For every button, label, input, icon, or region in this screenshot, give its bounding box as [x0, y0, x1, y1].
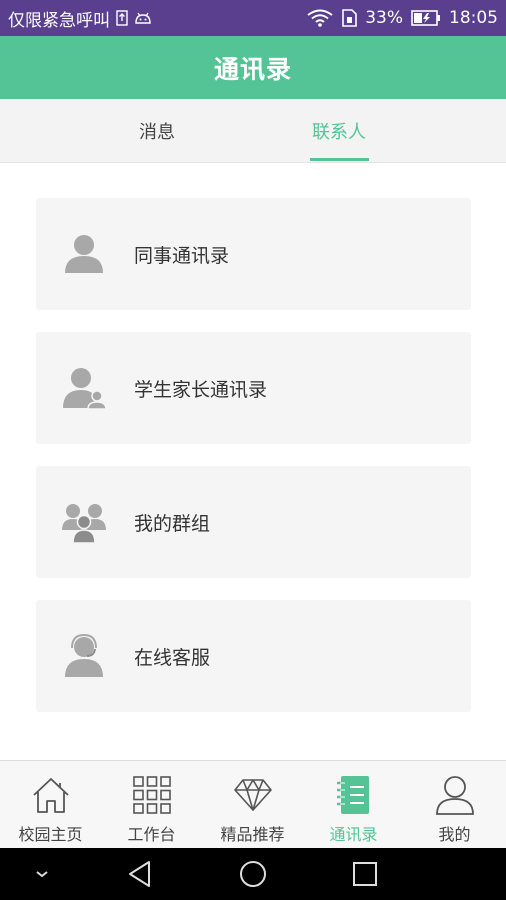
contact-item-label: 同事通讯录 [134, 244, 230, 267]
nav-featured[interactable]: 精品推荐 [202, 761, 303, 849]
nav-label: 工作台 [127, 825, 176, 844]
collapse-icon[interactable] [26, 858, 58, 890]
diamond-icon [233, 775, 273, 815]
active-tab-indicator [310, 158, 369, 161]
tab-bar: 消息 联系人 [0, 99, 506, 163]
person-icon [62, 232, 106, 276]
group-icon [62, 500, 106, 544]
headset-agent-icon [62, 633, 106, 678]
nav-label: 校园主页 [18, 825, 83, 844]
contact-item-label: 学生家长通讯录 [134, 378, 268, 401]
contact-item-label: 我的群组 [134, 512, 211, 535]
parent-child-icon [62, 366, 107, 410]
clock-time: 18:05 [449, 8, 498, 28]
home-icon [31, 775, 71, 815]
tab-messages[interactable]: 消息 [107, 99, 207, 163]
nav-workbench[interactable]: 工作台 [101, 761, 202, 849]
contacts-book-icon [334, 775, 374, 815]
page-title: 通讯录 [213, 54, 292, 84]
status-left: 仅限紧急呼叫 [8, 6, 152, 31]
nav-label: 精品推荐 [220, 825, 285, 844]
recents-icon[interactable] [349, 858, 381, 890]
wifi-icon [307, 9, 333, 27]
battery-icon [411, 10, 441, 26]
system-nav-bar [0, 848, 506, 900]
bottom-nav: 校园主页 工作台 精品推荐 通讯录 我的 [0, 760, 506, 848]
nav-contacts[interactable]: 通讯录 [303, 761, 404, 849]
sim-card-icon [341, 9, 358, 27]
contact-item-online-service[interactable]: 在线客服 [36, 600, 471, 712]
tab-contacts[interactable]: 联系人 [289, 99, 389, 163]
battery-percent: 33% [365, 8, 403, 28]
profile-icon [435, 775, 475, 815]
nav-label: 我的 [438, 825, 471, 844]
home-circle-icon[interactable] [237, 858, 269, 890]
contact-item-colleagues[interactable]: 同事通讯录 [36, 198, 471, 310]
nav-mine[interactable]: 我的 [404, 761, 505, 849]
nav-label: 通讯录 [329, 825, 378, 844]
app-header: 通讯录 [0, 36, 506, 99]
status-bar: 仅限紧急呼叫 33% 18:05 [0, 0, 506, 36]
android-debug-icon [134, 11, 152, 25]
grid-icon [132, 775, 172, 815]
contact-item-groups[interactable]: 我的群组 [36, 466, 471, 578]
emergency-call-text: 仅限紧急呼叫 [8, 10, 110, 31]
sim-icon [116, 10, 128, 26]
nav-campus-home[interactable]: 校园主页 [0, 761, 101, 849]
status-right: 33% 18:05 [307, 8, 498, 28]
back-icon[interactable] [124, 858, 156, 890]
contact-item-parents[interactable]: 学生家长通讯录 [36, 332, 471, 444]
contact-item-label: 在线客服 [134, 646, 211, 669]
